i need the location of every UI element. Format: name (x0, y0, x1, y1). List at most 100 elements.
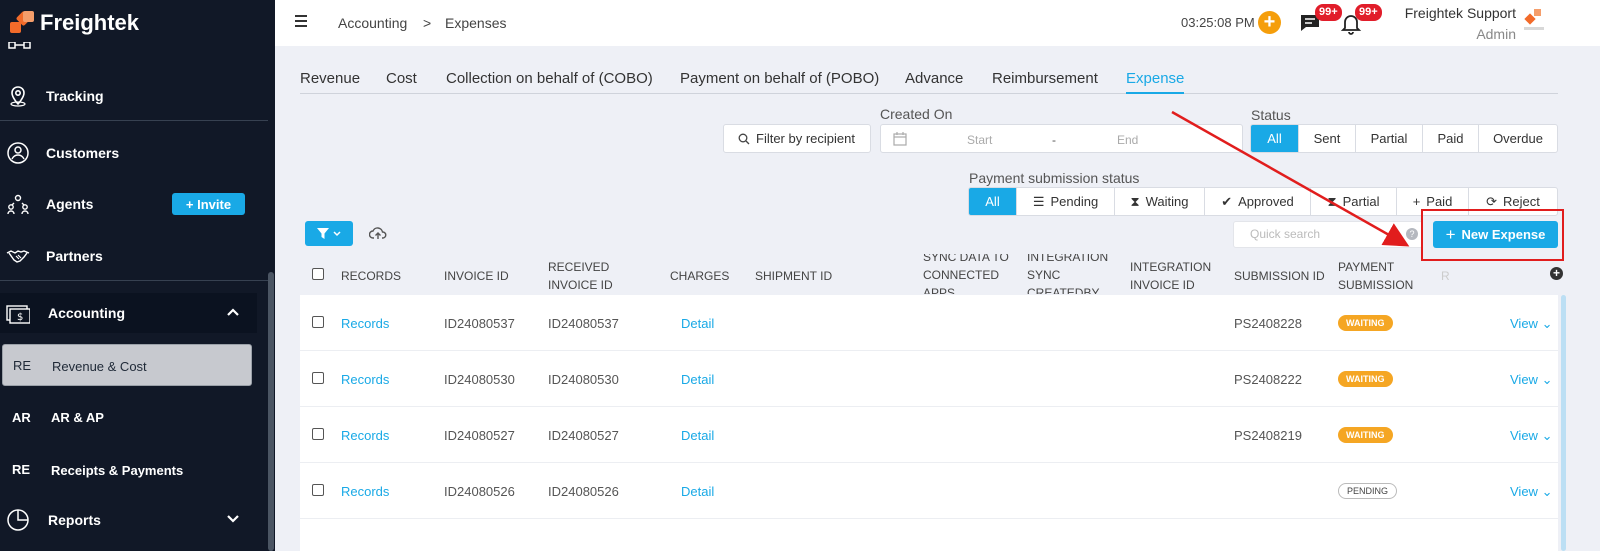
freightek-logo-icon (10, 10, 34, 35)
payment-option-all[interactable]: All (969, 188, 1017, 215)
quick-add-icon[interactable]: + (1258, 11, 1281, 34)
column-header-sync-wrapper: SYNC DATA TO CONNECTED APPS (920, 254, 1020, 294)
view-link[interactable]: View ⌄ (1510, 316, 1552, 332)
sidebar-item-partners[interactable]: Partners (0, 236, 275, 276)
records-link[interactable]: Records (341, 316, 389, 331)
records-link[interactable]: Records (341, 484, 389, 499)
view-link[interactable]: View ⌄ (1510, 428, 1552, 444)
view-link[interactable]: View ⌄ (1510, 372, 1552, 388)
sidebar-subitem-label: AR & AP (51, 410, 104, 425)
annotation-highlight-box (1421, 209, 1564, 261)
records-link[interactable]: Records (341, 372, 389, 387)
payment-option-waiting[interactable]: ⧗ Waiting (1115, 188, 1205, 215)
status-badge: WAITING (1338, 427, 1393, 443)
column-header-integration-invoice-id[interactable]: INTEGRATION INVOICE ID (1130, 258, 1230, 294)
payment-option-pending[interactable]: ☰ Pending (1017, 188, 1115, 215)
tab-cobo[interactable]: Collection on behalf of (COBO) (446, 70, 653, 87)
row-checkbox[interactable] (312, 428, 324, 440)
add-column-icon[interactable]: + (1550, 267, 1563, 280)
charges-detail-link[interactable]: Detail (681, 428, 714, 443)
app-logo[interactable]: Freightek (10, 8, 139, 38)
charges-detail-link[interactable]: Detail (681, 372, 714, 387)
sidebar-subitem-ar-ap[interactable]: AR AR & AP (0, 396, 268, 438)
tab-pobo[interactable]: Payment on behalf of (POBO) (680, 70, 879, 87)
tab-cost[interactable]: Cost (386, 70, 417, 87)
sidebar-item-agents[interactable]: Agents + Invite (0, 184, 275, 224)
row-checkbox[interactable] (312, 484, 324, 496)
status-option-sent[interactable]: Sent (1299, 125, 1356, 152)
breadcrumb-accounting[interactable]: Accounting (338, 15, 407, 31)
tab-revenue[interactable]: Revenue (300, 70, 360, 87)
received-invoice-id: ID24080537 (548, 316, 619, 331)
cloud-upload-icon[interactable] (369, 226, 387, 240)
sidebar-item-label: Tracking (46, 88, 104, 104)
column-header-records[interactable]: RECORDS (341, 267, 401, 285)
chevron-down-icon[interactable] (226, 514, 240, 524)
tab-expense[interactable]: Expense (1126, 70, 1185, 94)
table-scrollbar[interactable] (1561, 295, 1566, 551)
date-end-placeholder[interactable]: End (1117, 133, 1138, 147)
menu-icon[interactable] (295, 15, 307, 27)
table-row[interactable]: Records ID24080530 ID24080530 Detail PS2… (300, 351, 1558, 407)
tab-reimbursement[interactable]: Reimbursement (992, 70, 1098, 87)
column-header-sync-data[interactable]: SYNC DATA TO CONNECTED APPS (923, 254, 1017, 294)
select-all-checkbox[interactable] (312, 268, 324, 280)
column-header-charges[interactable]: CHARGES (670, 267, 729, 285)
tab-advance[interactable]: Advance (905, 70, 963, 87)
avatar[interactable] (1520, 5, 1548, 37)
list-icon: ☰ (1032, 193, 1045, 209)
sidebar-item-tracking[interactable]: Tracking (0, 76, 275, 116)
sidebar-subitem-revenue-cost[interactable]: RE Revenue & Cost (2, 344, 252, 386)
user-name[interactable]: Freightek Support (1405, 5, 1516, 21)
status-option-paid[interactable]: Paid (1423, 125, 1479, 152)
column-header-received-invoice-id[interactable]: RECEIVED INVOICE ID (548, 258, 638, 294)
hourglass-icon: ⧗ (1327, 193, 1337, 209)
sidebar-subitem-receipts-payments[interactable]: RE Receipts & Payments (0, 448, 268, 490)
sidebar-item-customers[interactable]: Customers (0, 133, 275, 173)
view-link[interactable]: View ⌄ (1510, 484, 1552, 500)
column-filter-button[interactable] (305, 221, 353, 246)
column-header-truncated[interactable]: R (1441, 267, 1450, 285)
clock: 03:25:08 PM (1181, 15, 1255, 30)
payment-option-partial[interactable]: ⧗ Partial (1311, 188, 1397, 215)
dollar-bill-icon: $ (6, 305, 30, 324)
status-badge: PENDING (1338, 483, 1398, 499)
shipments-icon (8, 42, 31, 49)
payment-option-approved[interactable]: ✔ Approved (1205, 188, 1311, 215)
table-row[interactable]: Records ID24080537 ID24080537 Detail PS2… (300, 295, 1558, 351)
sidebar-subitem-abbr: AR (12, 410, 31, 425)
column-header-integration-sync-createdby[interactable]: INTEGRATION SYNC CREATEDBY (1027, 254, 1121, 294)
chevron-up-icon[interactable] (226, 307, 240, 317)
charges-detail-link[interactable]: Detail (681, 484, 714, 499)
column-header-shipment-id[interactable]: SHIPMENT ID (755, 267, 832, 285)
invoice-id: ID24080530 (444, 372, 515, 387)
quick-search-input[interactable]: Quick search (1233, 221, 1423, 248)
sidebar-item-accounting[interactable]: $ Accounting (0, 293, 257, 333)
sidebar-item-label: Accounting (48, 305, 125, 321)
created-on-date-range[interactable]: Start - End (880, 124, 1243, 153)
filter-recipient-input[interactable]: Filter by recipient (723, 124, 871, 153)
sidebar-scrollbar[interactable] (268, 272, 274, 551)
chevron-down-icon: ⌄ (1541, 372, 1553, 387)
date-start-placeholder[interactable]: Start (967, 133, 992, 147)
status-badge: WAITING (1338, 371, 1393, 387)
sidebar-item-label: Customers (46, 145, 120, 161)
row-checkbox[interactable] (312, 372, 324, 384)
row-checkbox[interactable] (312, 316, 324, 328)
records-link[interactable]: Records (341, 428, 389, 443)
column-header-submission-id[interactable]: SUBMISSION ID (1234, 267, 1325, 285)
table-row[interactable]: Records ID24080526 ID24080526 Detail PEN… (300, 463, 1558, 519)
chevron-down-icon (333, 230, 341, 236)
calendar-icon (893, 132, 907, 146)
table-row[interactable]: Records ID24080527 ID24080527 Detail PS2… (300, 407, 1558, 463)
help-icon[interactable]: ? (1406, 228, 1418, 240)
sidebar-item-reports[interactable]: Reports (0, 500, 275, 540)
status-option-partial[interactable]: Partial (1356, 125, 1423, 152)
status-option-all[interactable]: All (1251, 125, 1299, 152)
column-header-payment-submission[interactable]: PAYMENT SUBMISSION (1338, 258, 1428, 294)
status-option-overdue[interactable]: Overdue (1479, 125, 1557, 152)
charges-detail-link[interactable]: Detail (681, 316, 714, 331)
column-header-invoice-id[interactable]: INVOICE ID (444, 267, 509, 285)
invoice-id: ID24080537 (444, 316, 515, 331)
invite-button[interactable]: + Invite (172, 193, 245, 215)
